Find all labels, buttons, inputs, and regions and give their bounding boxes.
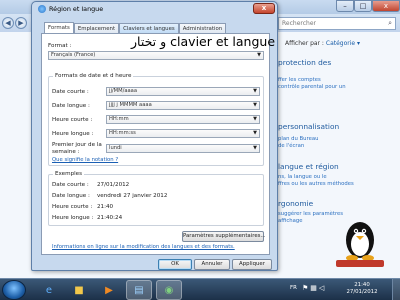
chevron-down-icon: ▼ [253,130,257,136]
example-value: 21:40:24 [97,215,123,221]
start-button[interactable] [2,280,26,300]
category-link[interactable]: ffer les comptes [278,77,346,84]
category-appearance: personnalisation plan du Bureau de l'écr… [278,122,339,150]
view-by-dropdown[interactable]: Catégorie ▾ [326,40,360,47]
format-value: Français (France) [51,52,96,58]
format-select[interactable]: Français (France) ▼ [48,51,264,60]
tray-icons: ⚑▦◁ [302,284,326,292]
ok-button[interactable]: OK [158,259,192,270]
show-desktop-button[interactable] [392,279,400,300]
chevron-down-icon: ▼ [253,116,257,122]
chevron-down-icon: ▼ [253,88,257,94]
dialog-title-text: Région et langue [49,5,104,13]
close-button[interactable]: x [253,3,275,14]
category-link[interactable]: de l'écran [278,143,339,150]
example-label: Heure courte : [52,204,93,210]
chevron-down-icon: ▼ [253,102,257,108]
penguin-logo [336,222,384,267]
taskbar: e ■ ▶ ▤ ◉ FR ⚑▦◁ 21:40 27/01/2012 [0,278,400,300]
close-icon[interactable]: x [372,0,400,12]
forward-arrow-icon[interactable]: ▶ [15,17,27,29]
ie-icon[interactable]: e [36,280,62,300]
volume-icon[interactable]: ◁ [319,284,326,292]
example-label: Date longue : [52,193,90,199]
tutorial-overlay-text: و تختار clavier et langue [131,34,276,49]
example-value: 27/01/2012 [97,182,130,188]
example-value: 21:40 [97,204,114,210]
maximize-icon[interactable]: □ [354,0,372,12]
group-title: Formats de date et d heure [53,73,134,79]
group-title: Exemples [53,171,85,177]
short-time-label: Heure courte : [52,117,93,123]
media-player-icon[interactable]: ▶ [96,280,122,300]
category-link[interactable]: plan du Bureau [278,136,339,143]
format-label: Format : [48,43,72,49]
example-label: Heure longue : [52,215,94,221]
clock-time: 21:40 [354,282,370,288]
search-input[interactable]: Rechercher ⌕ [278,17,396,30]
example-label: Date courte : [52,182,89,188]
category-heading[interactable]: protection des [278,58,346,67]
view-by-label: Afficher par : [285,40,324,47]
long-date-label: Date longue : [52,103,90,109]
long-date-value: jjjj j MMMM aaaa [109,102,152,108]
long-time-label: Heure longue : [52,131,94,137]
online-info-link[interactable]: Informations en ligne sur la modificatio… [52,244,235,250]
short-date-label: Date courte : [52,89,89,95]
region-dialog-taskbar-icon[interactable]: ◉ [156,280,182,300]
cancel-button[interactable]: Annuler [194,259,230,270]
first-day-label: Premier jour de la semaine : [52,142,102,155]
dialog-title: Région et langue [38,5,103,13]
search-placeholder: Rechercher [282,20,316,27]
first-day-select[interactable]: lundi ▼ [106,144,260,153]
category-link[interactable]: ns, la langue ou le [278,174,354,181]
additional-settings-button[interactable]: Paramètres supplémentaires... [182,231,266,242]
minimize-icon[interactable]: – [336,0,354,12]
category-security: protection des ffer les comptes contrôle… [278,58,346,91]
search-icon[interactable]: ⌕ [388,18,392,29]
region-language-dialog: Région et langue x Formats Emplacement C… [31,1,278,271]
category-heading[interactable]: langue et région [278,162,354,171]
network-icon[interactable]: ▦ [310,284,319,292]
view-by: Afficher par : Catégorie ▾ [285,40,360,47]
long-time-select[interactable]: HH:mm:ss ▼ [106,129,260,138]
apply-button[interactable]: Appliquer [232,259,272,270]
long-time-value: HH:mm:ss [109,130,136,136]
notation-help-link[interactable]: Que signifie la notation ? [52,157,118,163]
first-day-value: lundi [109,145,122,151]
formats-panel: و تختار clavier et langue Format : Franç… [41,33,275,255]
window-buttons: – □ x [336,0,400,12]
chevron-down-icon: ▼ [253,145,257,151]
example-value: vendredi 27 janvier 2012 [97,193,168,199]
category-heading[interactable]: personnalisation [278,122,339,131]
control-panel-taskbar-icon[interactable]: ▤ [126,280,152,300]
category-region: langue et région ns, la langue ou le ffr… [278,162,354,188]
language-indicator[interactable]: FR [290,285,297,291]
category-link[interactable]: contrôle parental pour un [278,84,346,91]
globe-icon [38,5,46,13]
short-time-value: HH:mm [109,116,129,122]
long-date-select[interactable]: jjjj j MMMM aaaa ▼ [106,101,260,110]
clock[interactable]: 21:40 27/01/2012 [338,282,386,296]
short-time-select[interactable]: HH:mm ▼ [106,115,260,124]
short-date-select[interactable]: jj/MM/aaaa ▼ [106,87,260,96]
folder-icon[interactable]: ■ [66,280,92,300]
short-date-value: jj/MM/aaaa [109,88,138,94]
category-link[interactable]: ffres ou les autres méthodes [278,181,354,188]
chevron-down-icon: ▼ [257,52,261,58]
category-heading[interactable]: rgonomie [278,199,343,208]
back-arrow-icon[interactable]: ◀ [2,17,14,29]
clock-date: 27/01/2012 [346,289,378,295]
